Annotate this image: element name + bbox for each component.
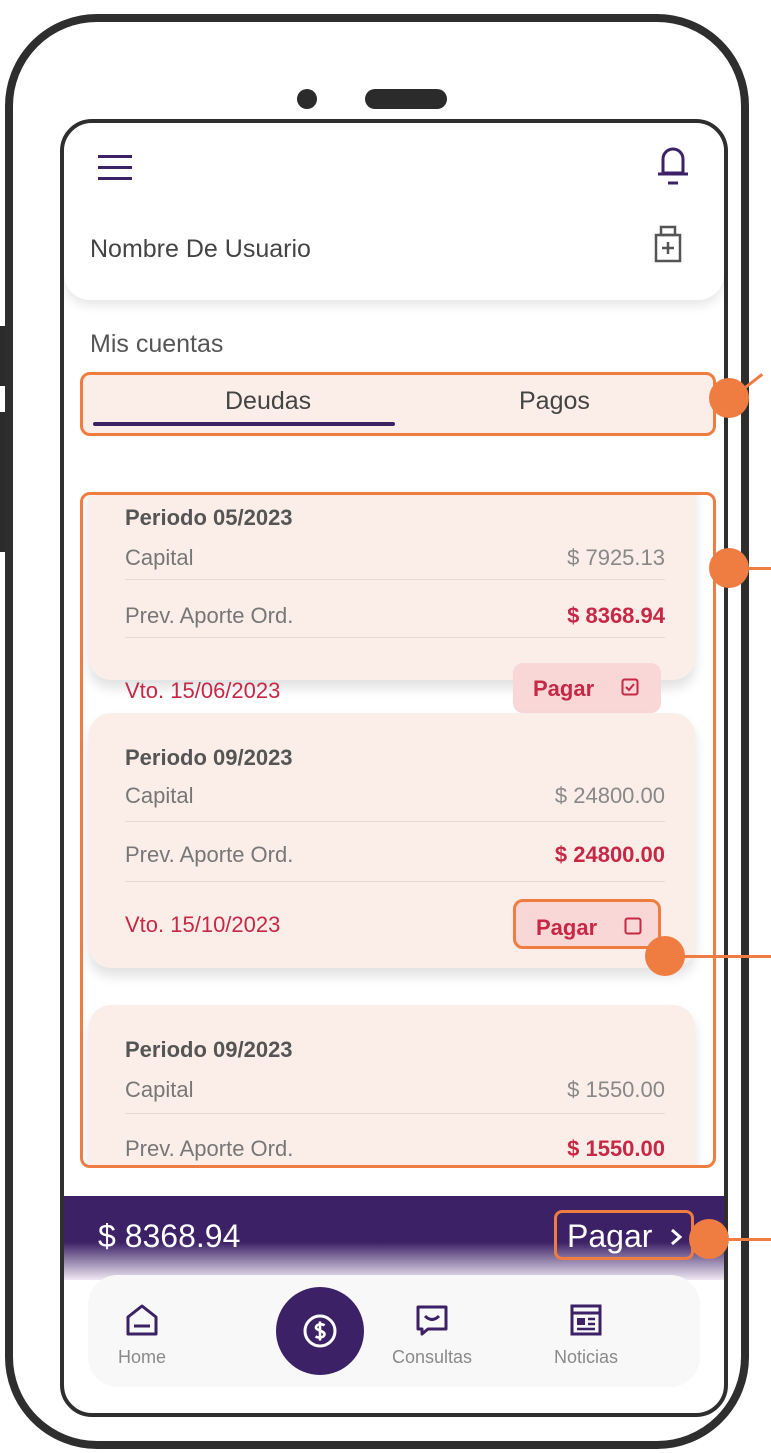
nav-consultas[interactable]: Consultas [372,1303,492,1368]
nav-noticias[interactable]: Noticias [526,1303,646,1368]
nav-consultas-label: Consultas [391,1347,473,1367]
due-date: Vto. 15/10/2023 [125,912,281,937]
aporte-value: $ 24800.00 [554,842,665,867]
tab-pagos[interactable]: Pagos [519,387,590,416]
nav-payments-button[interactable] [276,1287,364,1375]
pay-card-button[interactable]: Pagar [513,663,661,713]
home-icon [126,1304,158,1336]
card-divider [125,881,665,882]
nav-home[interactable]: Home [82,1303,202,1368]
bottom-navigation: Home Consultas Noticias [88,1275,700,1387]
card-divider [125,821,665,822]
hamburger-icon[interactable] [98,151,132,185]
nav-noticias-label: Noticias [553,1347,619,1367]
capital-value: $ 7925.13 [567,545,665,570]
card-divider [125,579,665,580]
card-period: Periodo 05/2023 [125,505,293,530]
medical-kit-icon[interactable] [654,225,682,263]
app-header: Nombre De Usuario [64,123,724,300]
annotation-marker [709,378,749,418]
aporte-label: Prev. Aporte Ord. [125,842,294,867]
checkbox-unchecked-icon[interactable] [624,917,642,935]
pay-card-label: Pagar [533,676,595,701]
aporte-label: Prev. Aporte Ord. [125,603,294,628]
user-name: Nombre De Usuario [90,235,311,263]
camera-icon [297,89,317,109]
debt-card: Periodo 09/2023 Capital $ 24800.00 Prev.… [89,713,695,968]
total-amount: $ 8368.94 [98,1218,241,1254]
nav-home-label: Home [117,1347,166,1367]
tab-deudas[interactable]: Deudas [225,387,311,416]
pay-total-label: Pagar [567,1218,653,1254]
capital-label: Capital [125,545,194,570]
card-divider [125,637,665,638]
pay-total-button[interactable]: Pagar [554,1210,694,1260]
dollar-coin-icon [303,1314,337,1348]
checkbox-checked-icon[interactable] [621,678,639,696]
capital-label: Capital [125,1077,194,1102]
aporte-value: $ 8368.94 [567,603,665,628]
section-title: Mis cuentas [90,330,224,358]
bell-icon[interactable] [654,143,692,189]
annotation-marker [645,936,685,976]
capital-label: Capital [125,783,194,808]
payment-summary-bar: $ 8368.94 Pagar [64,1196,724,1280]
card-period: Periodo 09/2023 [125,1037,293,1062]
newspaper-icon [570,1304,602,1336]
debt-list[interactable]: Periodo 05/2023 Capital $ 7925.13 Prev. … [80,492,716,1168]
capital-value: $ 1550.00 [567,1077,665,1102]
annotation-marker [689,1219,729,1259]
speaker-grille [365,89,447,109]
debt-card: Periodo 05/2023 Capital $ 7925.13 Prev. … [89,495,695,713]
aporte-label: Prev. Aporte Ord. [125,1136,294,1161]
pay-card-button[interactable]: Pagar [513,899,661,949]
tab-bar: Deudas Pagos [80,372,716,436]
chat-icon [416,1305,448,1336]
due-date: Vto. 15/06/2023 [125,678,281,703]
pay-card-label: Pagar [536,915,598,940]
card-period: Periodo 09/2023 [125,745,293,770]
active-tab-indicator [93,422,395,426]
aporte-value: $ 1550.00 [567,1136,665,1161]
annotation-marker [709,548,749,588]
chevron-right-icon [671,1228,683,1246]
debt-card: Periodo 09/2023 Capital $ 1550.00 Prev. … [89,1005,695,1165]
card-divider [125,1113,665,1114]
app-screen: Nombre De Usuario Mis cuentas Deudas Pag… [60,119,728,1417]
capital-value: $ 24800.00 [554,783,665,808]
